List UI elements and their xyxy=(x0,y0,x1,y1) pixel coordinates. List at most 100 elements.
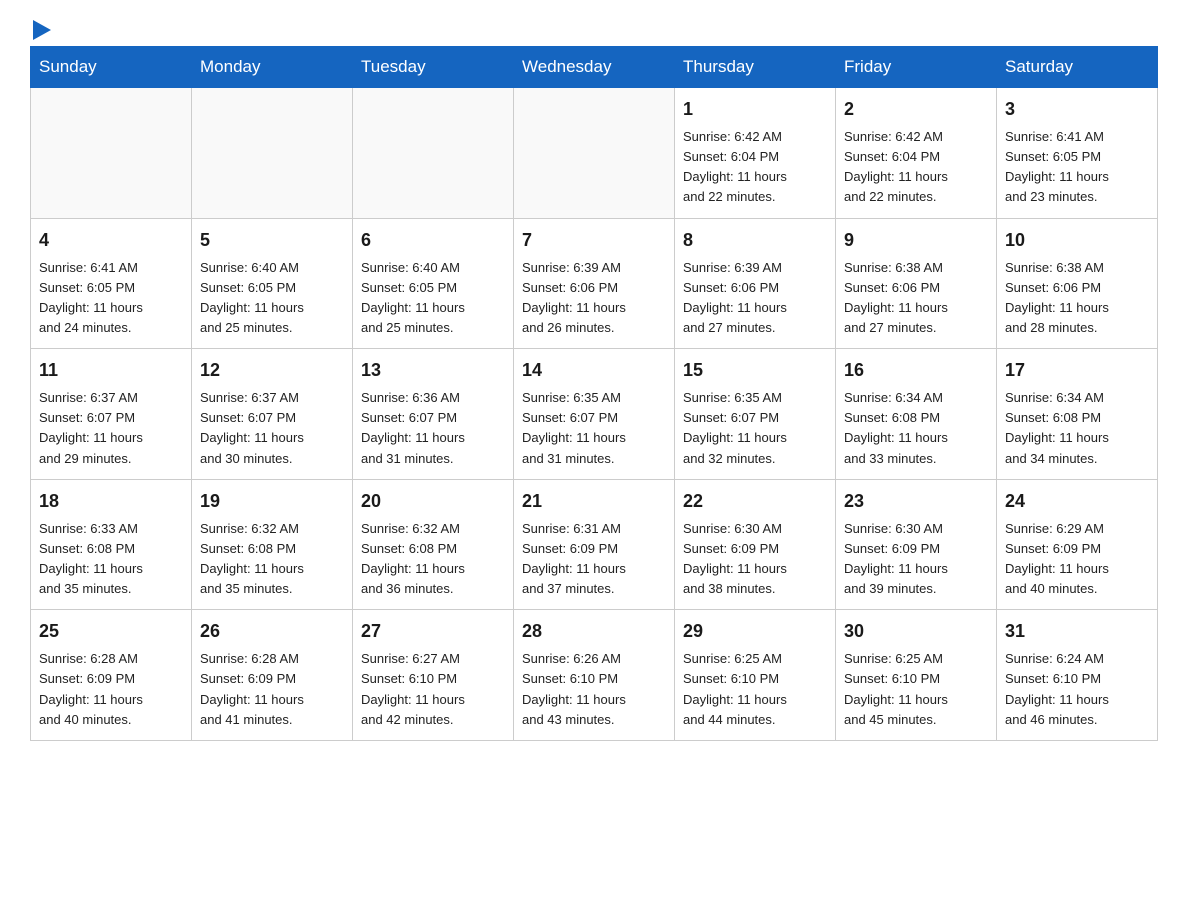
calendar-cell: 12 Sunrise: 6:37 AM Sunset: 6:07 PM Dayli… xyxy=(192,349,353,480)
page-header xyxy=(30,20,1158,36)
calendar-cell: 6 Sunrise: 6:40 AM Sunset: 6:05 PM Daylig… xyxy=(353,218,514,349)
calendar-cell: 11Sunrise: 6:37 AM Sunset: 6:07 PM Dayli… xyxy=(31,349,192,480)
calendar-cell: 21 Sunrise: 6:31 AM Sunset: 6:09 PM Dayli… xyxy=(514,479,675,610)
day-info: Sunrise: 6:30 AM Sunset: 6:09 PM Dayligh… xyxy=(683,519,827,600)
day-number: 18 xyxy=(39,488,183,515)
calendar-cell: 13Sunrise: 6:36 AM Sunset: 6:07 PM Dayli… xyxy=(353,349,514,480)
day-info: Sunrise: 6:27 AM Sunset: 6:10 PM Dayligh… xyxy=(361,649,505,730)
day-info: Sunrise: 6:40 AM Sunset: 6:05 PM Dayligh… xyxy=(361,258,505,339)
day-number: 14 xyxy=(522,357,666,384)
calendar-cell: 31 Sunrise: 6:24 AM Sunset: 6:10 PM Dayli… xyxy=(997,610,1158,741)
day-info: Sunrise: 6:41 AM Sunset: 6:05 PM Dayligh… xyxy=(39,258,183,339)
day-info: Sunrise: 6:33 AM Sunset: 6:08 PM Dayligh… xyxy=(39,519,183,600)
day-number: 9 xyxy=(844,227,988,254)
column-header-wednesday: Wednesday xyxy=(514,47,675,88)
day-number: 25 xyxy=(39,618,183,645)
column-header-monday: Monday xyxy=(192,47,353,88)
day-info: Sunrise: 6:28 AM Sunset: 6:09 PM Dayligh… xyxy=(200,649,344,730)
day-number: 13 xyxy=(361,357,505,384)
column-header-sunday: Sunday xyxy=(31,47,192,88)
day-info: Sunrise: 6:30 AM Sunset: 6:09 PM Dayligh… xyxy=(844,519,988,600)
calendar-cell: 9 Sunrise: 6:38 AM Sunset: 6:06 PM Daylig… xyxy=(836,218,997,349)
day-info: Sunrise: 6:34 AM Sunset: 6:08 PM Dayligh… xyxy=(844,388,988,469)
calendar-cell xyxy=(353,88,514,219)
calendar-cell: 5Sunrise: 6:40 AM Sunset: 6:05 PM Daylig… xyxy=(192,218,353,349)
calendar-cell: 16Sunrise: 6:34 AM Sunset: 6:08 PM Dayli… xyxy=(836,349,997,480)
day-info: Sunrise: 6:29 AM Sunset: 6:09 PM Dayligh… xyxy=(1005,519,1149,600)
day-number: 8 xyxy=(683,227,827,254)
calendar-cell: 27 Sunrise: 6:27 AM Sunset: 6:10 PM Dayli… xyxy=(353,610,514,741)
day-number: 26 xyxy=(200,618,344,645)
day-number: 31 xyxy=(1005,618,1149,645)
day-info: Sunrise: 6:39 AM Sunset: 6:06 PM Dayligh… xyxy=(522,258,666,339)
day-info: Sunrise: 6:25 AM Sunset: 6:10 PM Dayligh… xyxy=(844,649,988,730)
calendar-cell: 14 Sunrise: 6:35 AM Sunset: 6:07 PM Dayli… xyxy=(514,349,675,480)
day-info: Sunrise: 6:26 AM Sunset: 6:10 PM Dayligh… xyxy=(522,649,666,730)
day-number: 4 xyxy=(39,227,183,254)
day-number: 21 xyxy=(522,488,666,515)
column-header-friday: Friday xyxy=(836,47,997,88)
calendar-cell: 4 Sunrise: 6:41 AM Sunset: 6:05 PM Daylig… xyxy=(31,218,192,349)
day-info: Sunrise: 6:38 AM Sunset: 6:06 PM Dayligh… xyxy=(844,258,988,339)
calendar-cell: 15Sunrise: 6:35 AM Sunset: 6:07 PM Dayli… xyxy=(675,349,836,480)
logo xyxy=(30,20,51,36)
day-info: Sunrise: 6:38 AM Sunset: 6:06 PM Dayligh… xyxy=(1005,258,1149,339)
day-info: Sunrise: 6:37 AM Sunset: 6:07 PM Dayligh… xyxy=(200,388,344,469)
calendar-week-row: 4 Sunrise: 6:41 AM Sunset: 6:05 PM Daylig… xyxy=(31,218,1158,349)
day-number: 28 xyxy=(522,618,666,645)
calendar-cell: 30 Sunrise: 6:25 AM Sunset: 6:10 PM Dayli… xyxy=(836,610,997,741)
day-number: 6 xyxy=(361,227,505,254)
day-number: 5 xyxy=(200,227,344,254)
day-number: 22 xyxy=(683,488,827,515)
calendar-cell: 7 Sunrise: 6:39 AM Sunset: 6:06 PM Daylig… xyxy=(514,218,675,349)
calendar-cell: 2 Sunrise: 6:42 AM Sunset: 6:04 PM Daylig… xyxy=(836,88,997,219)
day-number: 30 xyxy=(844,618,988,645)
calendar-cell: 20Sunrise: 6:32 AM Sunset: 6:08 PM Dayli… xyxy=(353,479,514,610)
day-number: 24 xyxy=(1005,488,1149,515)
day-number: 27 xyxy=(361,618,505,645)
day-number: 3 xyxy=(1005,96,1149,123)
day-info: Sunrise: 6:25 AM Sunset: 6:10 PM Dayligh… xyxy=(683,649,827,730)
day-number: 2 xyxy=(844,96,988,123)
calendar-cell: 29 Sunrise: 6:25 AM Sunset: 6:10 PM Dayli… xyxy=(675,610,836,741)
day-info: Sunrise: 6:24 AM Sunset: 6:10 PM Dayligh… xyxy=(1005,649,1149,730)
day-info: Sunrise: 6:31 AM Sunset: 6:09 PM Dayligh… xyxy=(522,519,666,600)
calendar-cell: 22 Sunrise: 6:30 AM Sunset: 6:09 PM Dayli… xyxy=(675,479,836,610)
logo-arrow-icon xyxy=(33,20,51,40)
day-number: 23 xyxy=(844,488,988,515)
day-number: 12 xyxy=(200,357,344,384)
calendar-week-row: 18 Sunrise: 6:33 AM Sunset: 6:08 PM Dayli… xyxy=(31,479,1158,610)
column-header-tuesday: Tuesday xyxy=(353,47,514,88)
calendar-cell: 19 Sunrise: 6:32 AM Sunset: 6:08 PM Dayli… xyxy=(192,479,353,610)
day-number: 1 xyxy=(683,96,827,123)
column-header-thursday: Thursday xyxy=(675,47,836,88)
day-info: Sunrise: 6:32 AM Sunset: 6:08 PM Dayligh… xyxy=(200,519,344,600)
calendar-cell xyxy=(514,88,675,219)
day-info: Sunrise: 6:35 AM Sunset: 6:07 PM Dayligh… xyxy=(522,388,666,469)
day-info: Sunrise: 6:32 AM Sunset: 6:08 PM Dayligh… xyxy=(361,519,505,600)
calendar-cell: 28 Sunrise: 6:26 AM Sunset: 6:10 PM Dayli… xyxy=(514,610,675,741)
day-info: Sunrise: 6:42 AM Sunset: 6:04 PM Dayligh… xyxy=(683,127,827,208)
calendar-cell: 25Sunrise: 6:28 AM Sunset: 6:09 PM Dayli… xyxy=(31,610,192,741)
calendar-cell: 26 Sunrise: 6:28 AM Sunset: 6:09 PM Dayli… xyxy=(192,610,353,741)
calendar-header-row: SundayMondayTuesdayWednesdayThursdayFrid… xyxy=(31,47,1158,88)
day-number: 29 xyxy=(683,618,827,645)
calendar-cell: 24 Sunrise: 6:29 AM Sunset: 6:09 PM Dayli… xyxy=(997,479,1158,610)
calendar-cell xyxy=(192,88,353,219)
day-number: 17 xyxy=(1005,357,1149,384)
day-number: 7 xyxy=(522,227,666,254)
calendar-table: SundayMondayTuesdayWednesdayThursdayFrid… xyxy=(30,46,1158,741)
column-header-saturday: Saturday xyxy=(997,47,1158,88)
calendar-cell: 3Sunrise: 6:41 AM Sunset: 6:05 PM Daylig… xyxy=(997,88,1158,219)
calendar-cell xyxy=(31,88,192,219)
calendar-cell: 23 Sunrise: 6:30 AM Sunset: 6:09 PM Dayli… xyxy=(836,479,997,610)
day-number: 19 xyxy=(200,488,344,515)
day-info: Sunrise: 6:39 AM Sunset: 6:06 PM Dayligh… xyxy=(683,258,827,339)
day-info: Sunrise: 6:42 AM Sunset: 6:04 PM Dayligh… xyxy=(844,127,988,208)
day-number: 11 xyxy=(39,357,183,384)
calendar-cell: 10Sunrise: 6:38 AM Sunset: 6:06 PM Dayli… xyxy=(997,218,1158,349)
day-info: Sunrise: 6:34 AM Sunset: 6:08 PM Dayligh… xyxy=(1005,388,1149,469)
calendar-cell: 17 Sunrise: 6:34 AM Sunset: 6:08 PM Dayli… xyxy=(997,349,1158,480)
calendar-cell: 18 Sunrise: 6:33 AM Sunset: 6:08 PM Dayli… xyxy=(31,479,192,610)
calendar-cell: 1 Sunrise: 6:42 AM Sunset: 6:04 PM Daylig… xyxy=(675,88,836,219)
